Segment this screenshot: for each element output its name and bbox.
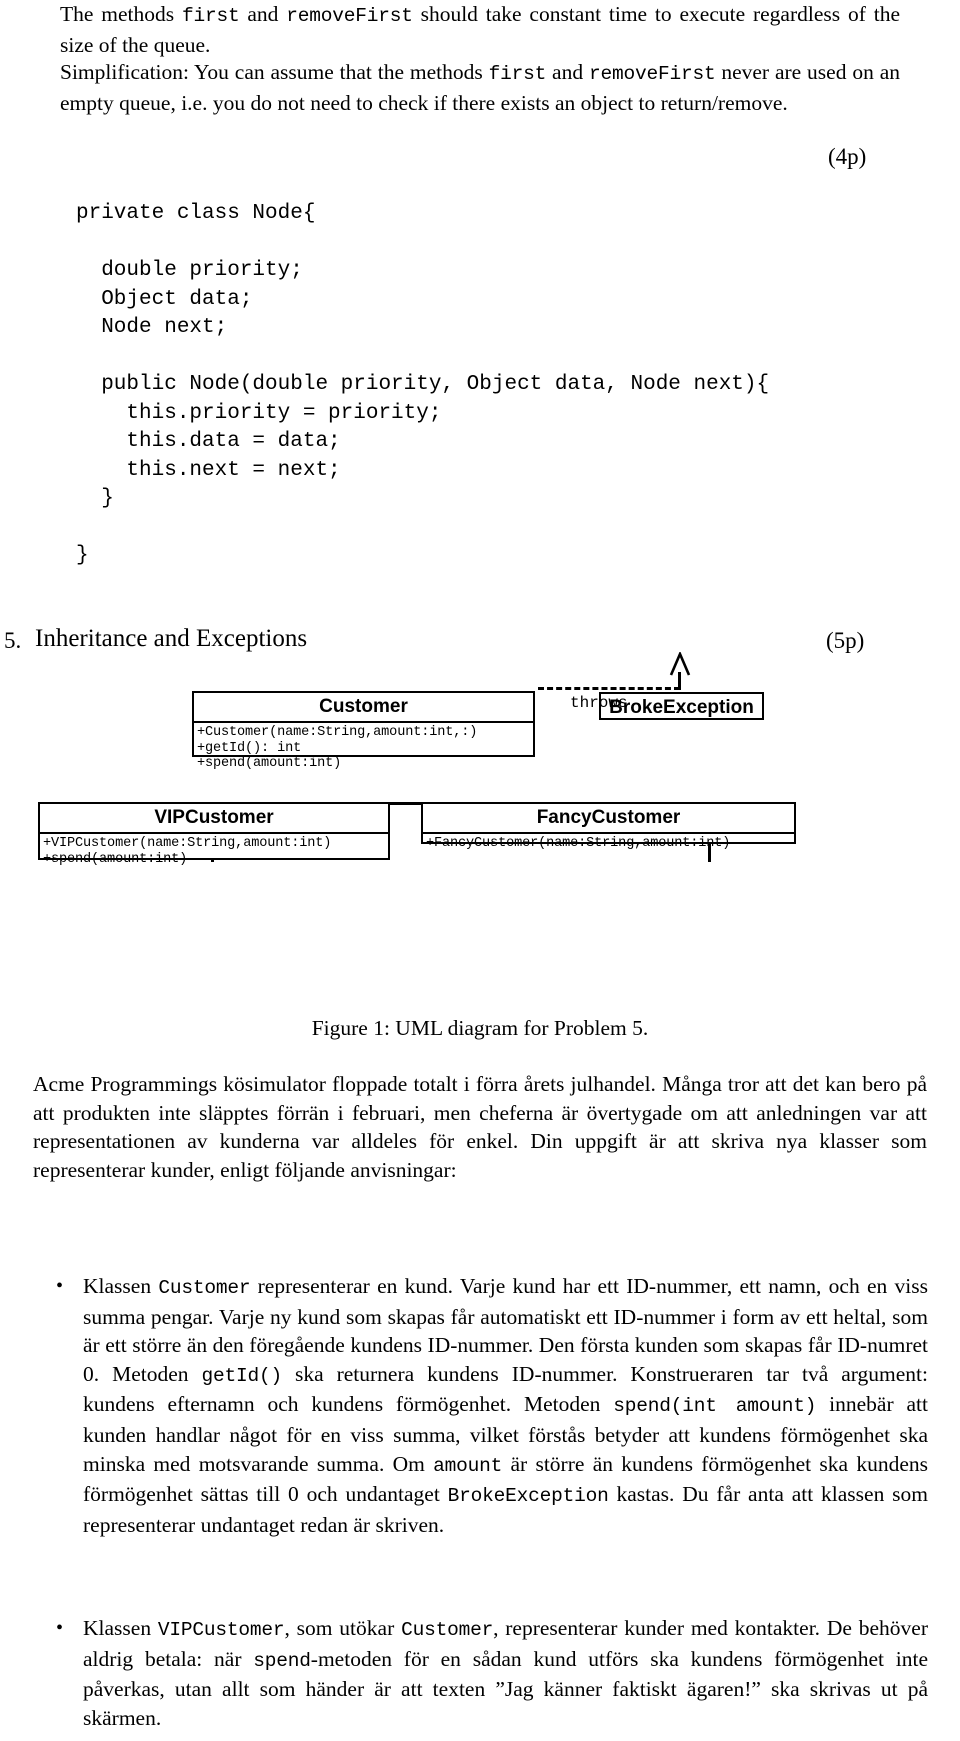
uml-members-fancycustomer: +FancyCustomer(name:String,amount:int)	[426, 836, 731, 851]
uml-throws-arrowhead	[669, 652, 691, 676]
uml-throws-dashed-line	[538, 687, 680, 690]
uml-members-vipcustomer: +VIPCustomer(name:String,amount:int) +sp…	[43, 836, 332, 867]
paragraph-scenario: Acme Programmings kösimulator floppade t…	[33, 1072, 927, 1182]
points-5p: (5p)	[826, 628, 865, 653]
uml-class-name-vipcustomer: VIPCustomer	[154, 807, 274, 828]
uml-class-fancycustomer: FancyCustomer +FancyCustomer(name:String…	[421, 802, 796, 851]
points-4p: (4p)	[828, 144, 867, 169]
uml-class-vipcustomer: VIPCustomer +VIPCustomer(name:String,amo…	[38, 802, 390, 867]
bullet-item-customer: Klassen Customer representerar en kund. …	[83, 1274, 928, 1537]
problem-number: 5.	[4, 628, 22, 653]
uml-class-customer: Customer +Customer(name:String,amount:in…	[192, 691, 535, 771]
uml-members-customer: +Customer(name:String,amount:int,:) +get…	[197, 725, 478, 771]
uml-diagram: Customer +Customer(name:String,amount:in…	[0, 652, 960, 960]
page-title: Inheritance and Exceptions	[35, 625, 308, 652]
document-page: The methods first and removeFirst should…	[0, 0, 960, 1741]
uml-throws-label-text: throws	[570, 694, 628, 712]
paragraph-methods-constant-time: The methods first and removeFirst should…	[60, 2, 900, 57]
figure-caption: Figure 1: UML diagram for Problem 5.	[311, 1016, 649, 1040]
bullet-item-vipcustomer: Klassen VIPCustomer, som utökar Customer…	[83, 1616, 928, 1730]
bullet-marker-2: •	[56, 1617, 64, 1639]
uml-class-name-fancycustomer: FancyCustomer	[536, 807, 681, 828]
paragraph-simplification: Simplification: You can assume that the …	[60, 60, 900, 115]
uml-class-name-customer: Customer	[319, 696, 408, 717]
code-block-node-class: private class Node{ double priority; Obj…	[76, 202, 770, 567]
bullet-marker-1: •	[56, 1275, 64, 1297]
